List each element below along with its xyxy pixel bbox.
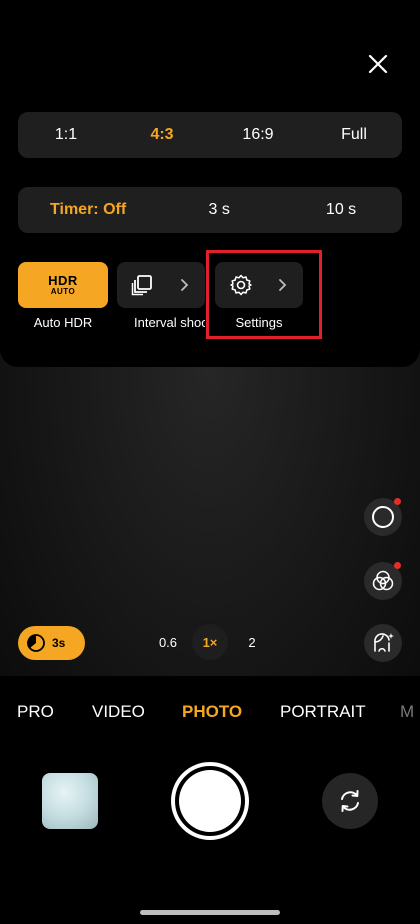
settings-label: Settings — [235, 315, 283, 330]
notification-dot — [394, 498, 401, 505]
zoom-1x[interactable]: 1× — [192, 624, 228, 660]
close-icon — [368, 54, 388, 74]
mode-more[interactable]: M — [400, 702, 414, 722]
filter-button[interactable] — [364, 562, 402, 600]
settings-panel: 1:1 4:3 16:9 Full Timer: Off 3 s 10 s HD… — [0, 0, 420, 367]
interval-shooting-button[interactable] — [117, 262, 205, 308]
face-retouch-icon — [374, 633, 394, 652]
timer-icon — [27, 634, 45, 652]
shutter-inner — [179, 770, 241, 832]
notification-dot — [394, 562, 401, 569]
switch-camera-button[interactable] — [322, 773, 378, 829]
ratio-option-1-1[interactable]: 1:1 — [18, 126, 114, 144]
mode-portrait[interactable]: PORTRAIT — [280, 702, 366, 722]
ratio-option-4-3[interactable]: 4:3 — [114, 126, 210, 144]
timer-option-10s[interactable]: 10 s — [280, 201, 402, 219]
timer-option-3s[interactable]: 3 s — [158, 201, 280, 219]
zoom-0-6[interactable]: 0.6 — [150, 624, 186, 660]
mode-pro[interactable]: PRO — [17, 702, 54, 722]
mode-video[interactable]: VIDEO — [92, 702, 145, 722]
shutter-style-button[interactable] — [364, 498, 402, 536]
chevron-right-icon — [181, 279, 189, 291]
timer-chip-label: 3s — [52, 636, 66, 650]
gear-icon — [230, 274, 252, 296]
circle-icon — [372, 506, 394, 528]
chevron-right-icon — [279, 279, 287, 291]
ratio-option-16-9[interactable]: 16:9 — [210, 126, 306, 144]
home-indicator[interactable] — [140, 910, 280, 915]
settings-button[interactable] — [215, 262, 303, 308]
hdr-badge-bottom: AUTO — [50, 287, 76, 296]
mode-selector: PRO VIDEO PHOTO PORTRAIT M — [0, 696, 420, 728]
zoom-2[interactable]: 2 — [234, 624, 270, 660]
shutter-button[interactable] — [171, 762, 249, 840]
hdr-badge-top: HDR — [48, 273, 78, 288]
ratio-option-full[interactable]: Full — [306, 126, 402, 144]
gallery-thumbnail[interactable] — [42, 773, 98, 829]
timer-selector: Timer: Off 3 s 10 s — [18, 187, 402, 233]
mode-photo[interactable]: PHOTO — [182, 702, 242, 722]
auto-hdr-label: Auto HDR — [33, 315, 93, 330]
stack-icon — [131, 275, 152, 296]
interval-shooting-label: Interval shooting — [134, 315, 205, 330]
timer-option-off[interactable]: Timer: Off — [18, 201, 158, 219]
switch-camera-icon — [341, 790, 359, 812]
close-button[interactable] — [358, 44, 398, 84]
timer-chip[interactable]: 3s — [18, 626, 85, 660]
auto-hdr-button[interactable]: HDR AUTO — [18, 262, 108, 308]
filter-icon — [372, 570, 394, 591]
beauty-button[interactable] — [364, 624, 402, 662]
aspect-ratio-selector: 1:1 4:3 16:9 Full — [18, 112, 402, 158]
